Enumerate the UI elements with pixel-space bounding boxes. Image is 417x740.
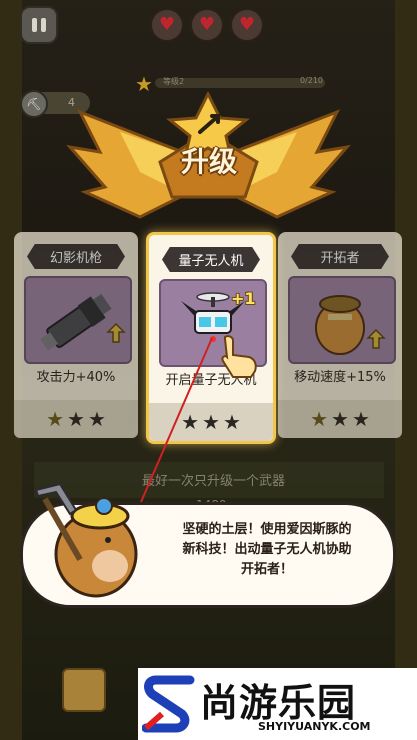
pickaxe-icon: ⛏ <box>20 90 48 118</box>
watermark-url: SHYIYUANYK.COM <box>258 720 371 733</box>
star-icon: ★ <box>202 410 220 434</box>
card-star-rating: ★ ★ ★ <box>278 400 402 438</box>
card-title: 幻影机枪 <box>27 244 125 269</box>
dialog-text: 坚硬的土层！使用爱因斯豚的 新科技！出动量子无人机协助 开拓者！ <box>152 520 382 580</box>
equipment-slot-button[interactable] <box>62 668 106 712</box>
heart-icon: ♥ <box>230 8 264 42</box>
star-icon: ★ <box>46 407 65 431</box>
dialog-line: 坚硬的土层！使用爱因斯豚的 <box>182 522 352 537</box>
star-icon: ★ <box>310 407 329 431</box>
upgrade-emblem: 升级 <box>60 92 357 242</box>
bonus-label: +1 <box>231 289 256 308</box>
watermark-title: 尚游乐园 <box>200 681 357 725</box>
dialog-line: 新科技！出动量子无人机协助 <box>182 542 352 557</box>
upgrade-card-pioneer[interactable]: 开拓者 移动速度+15% ★ ★ ★ <box>278 232 402 438</box>
card-star-rating: ★ ★ ★ <box>14 400 138 438</box>
pointing-hand-icon <box>221 335 257 378</box>
pause-icon-bar <box>41 18 46 32</box>
card-star-rating: ★ ★ ★ <box>149 403 273 441</box>
gatling-gun-icon <box>24 276 132 364</box>
level-progress: ★ 等级2 0/210 <box>135 72 335 96</box>
card-description: 移动速度+15% <box>294 370 386 385</box>
brand-logo-icon <box>142 675 195 733</box>
card-description: 攻击力+40% <box>36 370 116 385</box>
site-watermark: 尚游乐园 SHYIYUANYK.COM <box>138 668 417 740</box>
upgrade-card-quantum-drone[interactable]: 量子无人机 +1 开启量子无人机 ★ ★ ★ <box>146 232 276 444</box>
upgrade-title: 升级 <box>180 145 237 178</box>
lives-bar: ♥ ♥ ♥ <box>150 8 264 42</box>
star-icon: ★ <box>222 410 241 434</box>
dialog-line: 开拓者！ <box>240 562 293 577</box>
star-icon: ★ <box>331 407 349 431</box>
level-label: 等级2 <box>163 77 185 86</box>
card-title: 开拓者 <box>291 244 389 269</box>
star-icon: ★ <box>181 410 200 434</box>
upgrade-card-phantom-gun[interactable]: 幻影机枪 攻击力+40% ★ ★ ★ <box>14 232 138 438</box>
progress-count: 0/210 <box>299 76 323 85</box>
heart-icon: ♥ <box>150 8 184 42</box>
heart-icon: ♥ <box>190 8 224 42</box>
star-icon: ★ <box>351 407 370 431</box>
star-icon: ★ <box>87 407 106 431</box>
pause-icon <box>32 18 37 32</box>
pause-button[interactable] <box>20 6 58 44</box>
pioneer-capybara-icon <box>288 276 396 364</box>
star-icon: ★ <box>67 407 85 431</box>
card-title: 量子无人机 <box>162 247 260 272</box>
capybara-miner-avatar <box>30 470 150 600</box>
